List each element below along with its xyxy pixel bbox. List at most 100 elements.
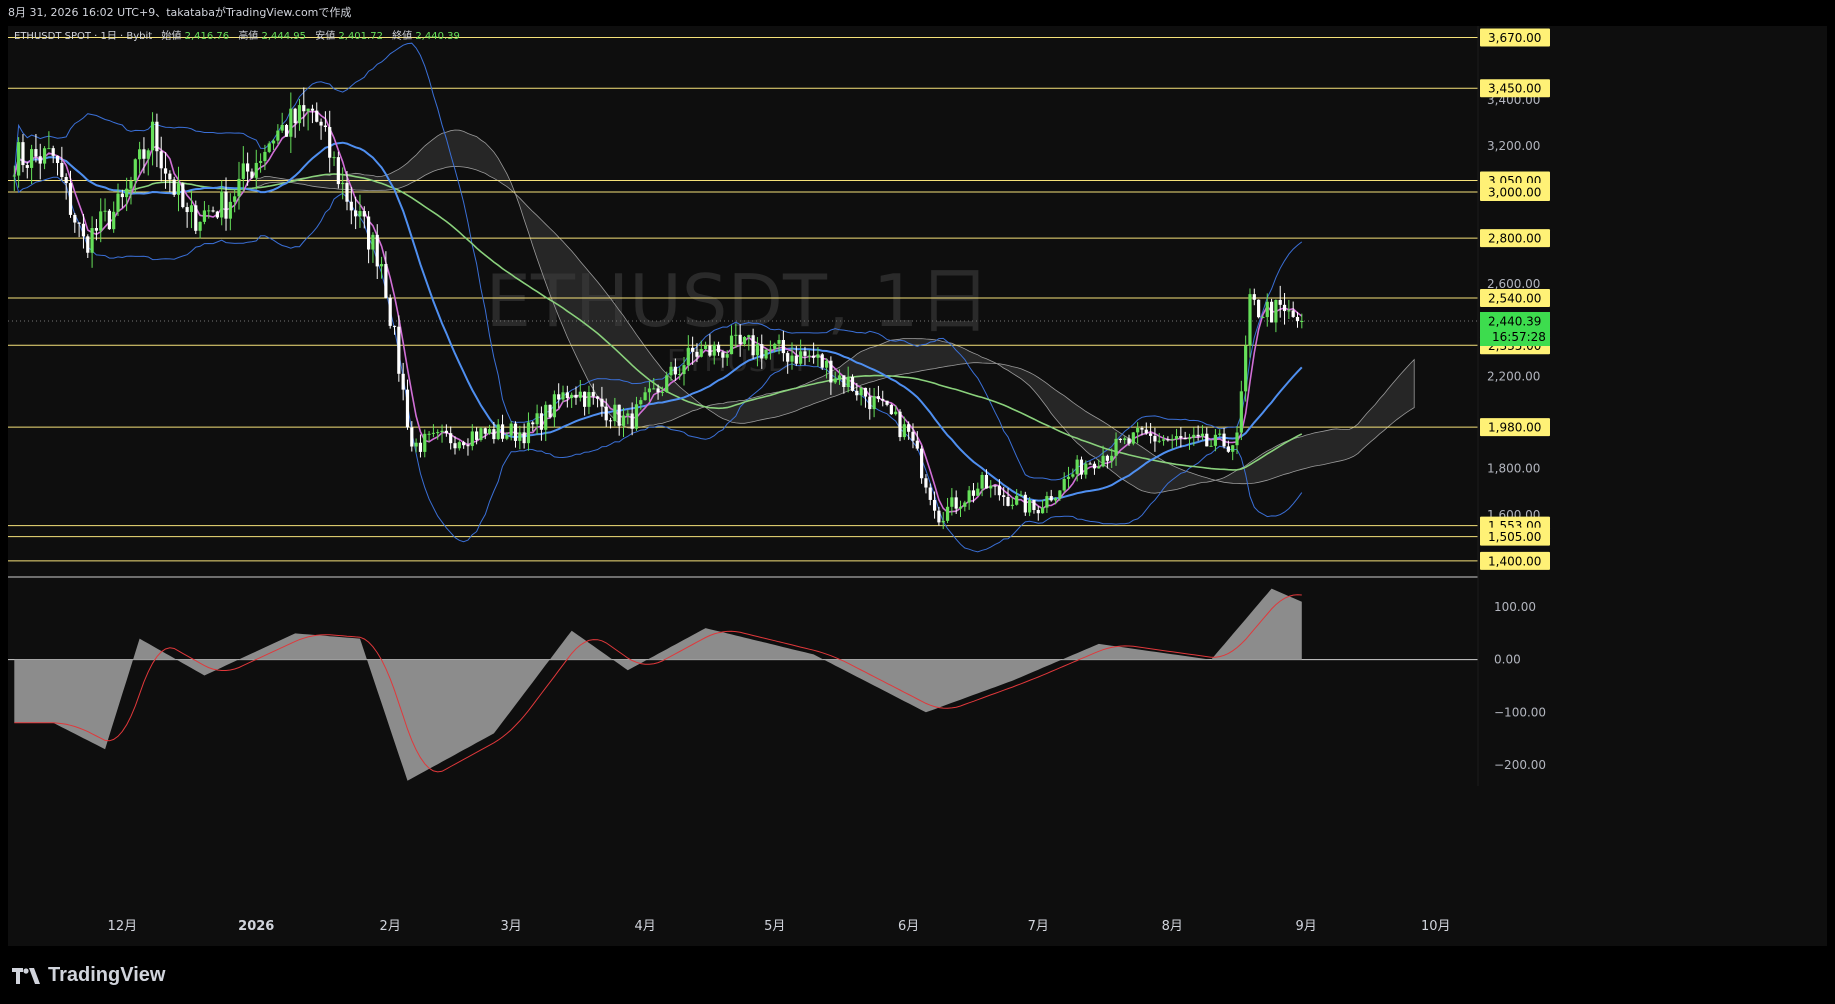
candle-body <box>941 520 945 523</box>
legend-high-value: 2,444.95 <box>262 31 307 42</box>
candle-body <box>297 105 302 124</box>
candle-body <box>699 349 703 357</box>
candle-body <box>997 485 1001 496</box>
candle-body <box>639 400 643 405</box>
candle-body <box>816 354 820 358</box>
price-axis[interactable]: 3,400.003,200.002,600.002,200.001,800.00… <box>1480 28 1550 772</box>
candle-body <box>1110 455 1114 461</box>
candle-body <box>341 182 345 185</box>
candle-body <box>81 223 86 237</box>
legend-close-label: 終値 <box>392 29 412 42</box>
candle-body <box>1187 437 1192 440</box>
price-chart-svg[interactable]: ETHUSDT, 1日 ETHUSDT 3,400.003,200.002,60… <box>8 26 1827 946</box>
candle-body <box>1144 429 1148 434</box>
candle-body <box>475 431 479 440</box>
candle-body <box>34 149 38 157</box>
candle-body <box>1209 445 1213 447</box>
candle-body <box>881 398 885 401</box>
candle-body <box>375 234 379 267</box>
time-axis-label: 3月 <box>501 919 522 934</box>
candle-body <box>1019 494 1023 496</box>
candle-body <box>829 360 833 383</box>
candle-body <box>51 148 55 156</box>
candle-body <box>1239 391 1243 433</box>
candle-body <box>1140 428 1144 430</box>
time-axis[interactable]: 12月 2026 2月 3月 4月 5月 6月 7月 8月 9月 10月 <box>108 919 1451 934</box>
candle-body <box>617 404 621 426</box>
candle-body <box>1123 438 1127 441</box>
candle-body <box>678 374 682 376</box>
candle-body <box>1127 438 1131 444</box>
candle-body <box>634 404 639 429</box>
candle-body <box>1170 438 1174 440</box>
candle-body <box>729 335 734 355</box>
candle-body <box>64 177 68 184</box>
current-price-label: 2,440.39 <box>1488 315 1541 329</box>
candle-body <box>1023 494 1027 513</box>
candle-body <box>794 355 798 364</box>
candle-body <box>397 326 401 374</box>
candle-body <box>271 140 276 144</box>
candle-body <box>371 234 375 250</box>
candle-body <box>535 413 539 425</box>
legend-low-value: 2,401.72 <box>338 31 383 42</box>
candle-body <box>734 334 738 336</box>
candle-body <box>932 499 937 511</box>
candle-body <box>1218 433 1222 435</box>
candle-body <box>453 443 457 449</box>
candle-body <box>384 264 388 298</box>
candle-body <box>993 485 997 487</box>
tradingview-logo[interactable]: TradingView <box>12 964 165 987</box>
candle-body <box>1300 321 1304 323</box>
candle-body <box>539 413 544 430</box>
candle-body <box>1295 316 1300 322</box>
candle-body <box>1205 433 1209 447</box>
candle-body <box>181 183 185 208</box>
candle-body <box>747 335 751 338</box>
legend: ETHUSDT SPOT · 1日 · Bybit 始値 2,416.76 高値… <box>14 29 460 42</box>
candle-body <box>950 497 954 507</box>
candle-body <box>660 391 664 393</box>
candle-body <box>608 420 613 422</box>
level-badge-label: 1,980.00 <box>1488 421 1541 435</box>
candle-body <box>920 448 924 479</box>
candle-body <box>621 415 626 426</box>
candle-body <box>561 392 565 400</box>
level-badge-label: 1,400.00 <box>1488 554 1541 568</box>
candle-body <box>1231 445 1235 452</box>
candle-body <box>414 442 418 447</box>
legend-high-label: 高値 <box>238 29 258 42</box>
candle-body <box>228 201 232 219</box>
oscillator-tick-label: −100.00 <box>1494 705 1546 719</box>
candle-body <box>431 432 436 434</box>
candle-body <box>77 222 81 224</box>
candle-body <box>656 388 660 393</box>
candle-body <box>842 375 846 387</box>
candle-body <box>336 157 340 185</box>
candle-body <box>1222 433 1226 447</box>
candle-body <box>379 264 384 267</box>
candle-body <box>643 392 647 401</box>
candle-body <box>392 325 397 327</box>
candle-body <box>898 411 902 438</box>
time-axis-label: 2026 <box>238 919 274 934</box>
candle-body <box>99 211 103 231</box>
candle-body <box>1265 301 1269 318</box>
candle-body <box>55 155 60 164</box>
candle-body <box>1196 434 1200 437</box>
candle-body <box>1179 436 1183 438</box>
candle-body <box>73 214 77 223</box>
candle-body <box>833 378 837 383</box>
candle-body <box>958 506 963 509</box>
tradingview-brand: TradingView <box>48 964 166 986</box>
candle-body <box>457 442 461 449</box>
candle-body <box>716 344 721 353</box>
candle-body <box>1261 317 1265 319</box>
chart-frame[interactable]: ETHUSDT, 1日 ETHUSDT 3,400.00 3,200.00 2,60… <box>8 26 1827 946</box>
candle-body <box>362 211 366 217</box>
candle-body <box>1062 478 1066 491</box>
candle-body <box>1058 490 1062 499</box>
level-badge-label: 3,450.00 <box>1488 82 1541 96</box>
candle-body <box>686 347 690 366</box>
candle-body <box>280 124 284 131</box>
